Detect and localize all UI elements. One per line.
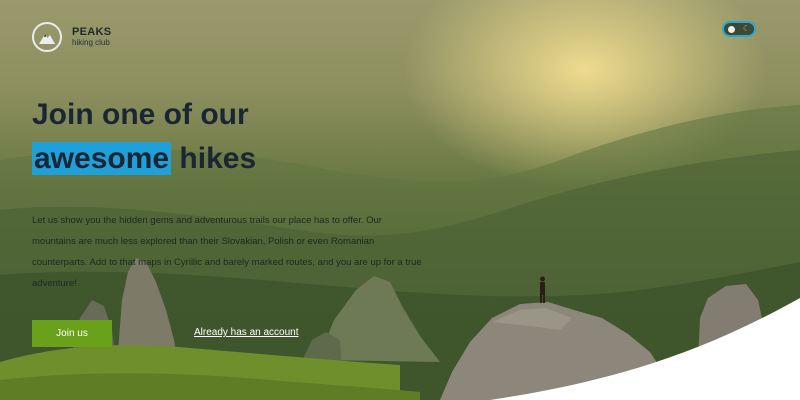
brand-tagline: hiking club xyxy=(72,38,110,47)
hero-title-line1: Join one of our xyxy=(32,98,249,131)
hero-title-highlight: awesome xyxy=(32,142,172,175)
brand-logo[interactable]: PEAKS hiking club xyxy=(32,22,111,52)
join-us-button[interactable]: Join us xyxy=(32,320,112,347)
mountain-landscape-image xyxy=(0,105,800,400)
sun-icon xyxy=(728,25,735,33)
mountain-icon xyxy=(32,22,62,52)
hero-title: Join one of our awesome hikes xyxy=(32,93,256,181)
existing-account-link[interactable]: Already has an account xyxy=(194,327,299,338)
hiker-figure xyxy=(540,282,545,295)
hero-section: PEAKS hiking club ☾ Join one of our awes… xyxy=(0,0,800,400)
hero-title-rest: hikes xyxy=(171,142,257,175)
brand-text: PEAKS hiking club xyxy=(72,26,111,48)
moon-icon: ☾ xyxy=(742,24,750,33)
brand-name: PEAKS xyxy=(72,26,112,38)
hero-description: Let us show you the hidden gems and adve… xyxy=(32,215,422,289)
theme-toggle[interactable]: ☾ xyxy=(722,21,756,37)
